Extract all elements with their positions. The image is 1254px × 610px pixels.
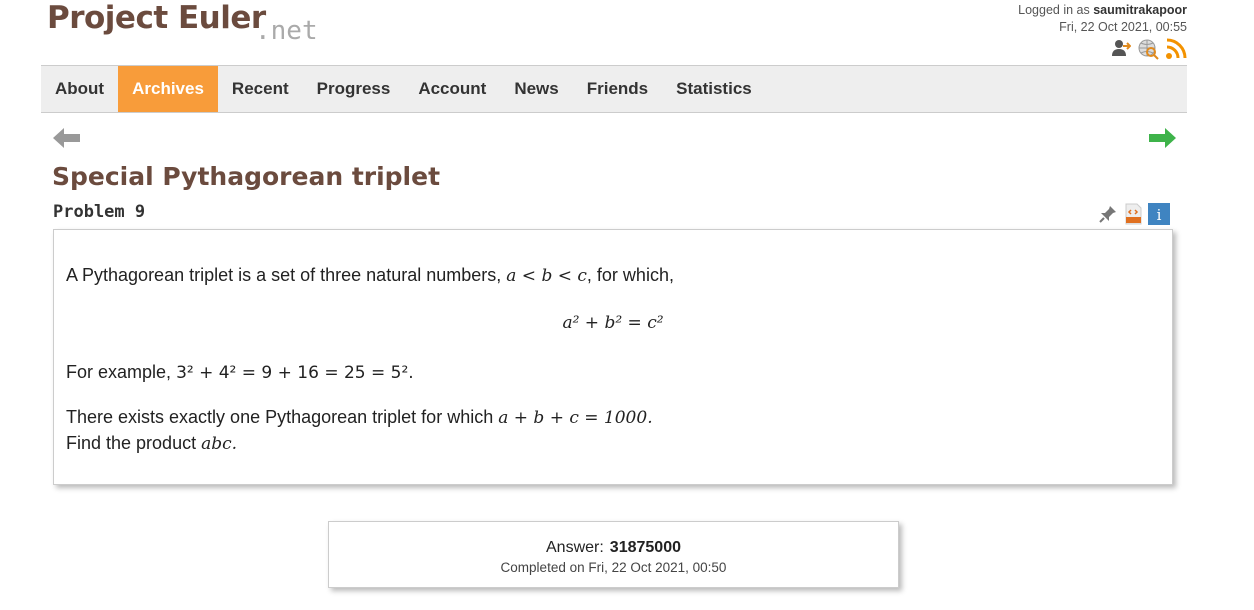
globe-search-icon[interactable] — [1137, 38, 1159, 60]
html-download-icon[interactable] — [1122, 203, 1144, 225]
svg-text:i: i — [1157, 206, 1162, 224]
example-line: For example, 3² + 4² = 9 + 16 = 25 = 5². — [66, 362, 414, 383]
add-friend-icon[interactable] — [1109, 38, 1131, 60]
pythagorean-formula: a² + b² = c² — [562, 313, 664, 333]
current-datetime: Fri, 22 Oct 2021, 00:55 — [1059, 20, 1187, 34]
nav-progress[interactable]: Progress — [303, 66, 405, 112]
nav-statistics[interactable]: Statistics — [662, 66, 766, 112]
user-info: Logged in as saumitrakapoor Fri, 22 Oct … — [1018, 2, 1187, 36]
question-line: Find the product abc. — [66, 433, 238, 454]
site-logo[interactable]: Project Euler .net — [47, 0, 318, 46]
answer-box: Answer: 31875000 Completed on Fri, 22 Oct… — [328, 521, 899, 588]
info-icon[interactable]: i — [1148, 203, 1170, 225]
answer-label: Answer: — [546, 539, 604, 556]
next-problem-arrow-icon[interactable] — [1147, 125, 1177, 151]
logo-suffix: .net — [255, 16, 318, 46]
problem-content: A Pythagorean triplet is a set of three … — [53, 229, 1173, 485]
problem-intro: A Pythagorean triplet is a set of three … — [66, 265, 674, 286]
sum-math: a + b + c = 1000. — [498, 408, 653, 428]
pin-icon[interactable] — [1098, 204, 1118, 224]
problem-title: Special Pythagorean triplet — [52, 162, 441, 191]
inequality-math: a < b < c — [506, 266, 587, 286]
nav-recent[interactable]: Recent — [218, 66, 303, 112]
product-math: abc. — [201, 434, 238, 454]
rss-feed-icon[interactable] — [1165, 38, 1187, 60]
header-icons — [1109, 38, 1187, 60]
logo-text: Project Euler — [47, 0, 266, 36]
answer-value: 31875000 — [609, 539, 681, 556]
logged-in-label: Logged in as — [1018, 3, 1090, 17]
nav-account[interactable]: Account — [404, 66, 500, 112]
example-math: 3² + 4² = 9 + 16 = 25 = 5². — [176, 363, 414, 383]
completion-date: Completed on Fri, 22 Oct 2021, 00:50 — [500, 560, 727, 575]
username[interactable]: saumitrakapoor — [1093, 3, 1187, 17]
main-nav: About Archives Recent Progress Account N… — [41, 65, 1187, 113]
nav-friends[interactable]: Friends — [573, 66, 662, 112]
nav-about[interactable]: About — [41, 66, 118, 112]
problem-number: Problem 9 — [53, 202, 146, 222]
condition-line: There exists exactly one Pythagorean tri… — [66, 407, 653, 428]
nav-news[interactable]: News — [500, 66, 572, 112]
problem-icons: i — [1098, 203, 1170, 225]
nav-archives[interactable]: Archives — [118, 66, 218, 112]
previous-problem-arrow-icon[interactable] — [52, 125, 82, 151]
